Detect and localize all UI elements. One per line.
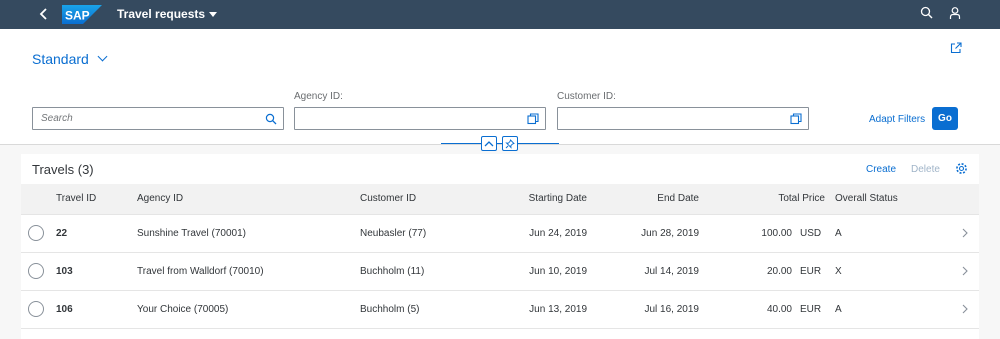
search-icon[interactable]: [920, 6, 936, 22]
currency-cell: EUR: [800, 304, 822, 315]
travel-id-cell: 106: [56, 304, 73, 315]
column-starting-date[interactable]: Starting Date: [529, 193, 587, 204]
column-agency-id[interactable]: Agency ID: [137, 193, 183, 204]
table-row[interactable]: 22 Sunshine Travel (70001) Neubasler (77…: [21, 215, 979, 253]
back-icon[interactable]: [36, 6, 52, 22]
search-placeholder: Search: [41, 113, 73, 124]
go-button[interactable]: Go: [932, 107, 958, 130]
shell-bar: SAP Travel requests: [0, 0, 1000, 29]
end-date-cell: Jul 14, 2019: [644, 266, 700, 277]
search-input[interactable]: Search: [32, 107, 284, 130]
search-icon[interactable]: [265, 113, 277, 125]
share-icon[interactable]: [950, 41, 964, 55]
end-date-cell: Jul 16, 2019: [644, 304, 700, 315]
filter-header: Standard Search Agency ID: Customer ID: …: [0, 29, 1000, 151]
travel-id-cell: 22: [56, 228, 68, 239]
app-title-menu[interactable]: Travel requests: [117, 7, 218, 21]
price-cell: 20.00: [766, 266, 792, 277]
table-header-row: Travel ID Agency ID Customer ID Starting…: [21, 184, 979, 215]
value-help-icon[interactable]: [790, 113, 802, 125]
customer-id-label: Customer ID:: [557, 91, 616, 102]
end-date-cell: Jun 28, 2019: [641, 228, 699, 239]
pin-icon: [505, 138, 515, 149]
sap-logo: SAP: [62, 5, 102, 24]
agency-cell: Travel from Walldorf (70010): [137, 266, 264, 277]
settings-icon[interactable]: [955, 162, 969, 176]
column-customer-id[interactable]: Customer ID: [360, 193, 416, 204]
logo-text: SAP: [65, 9, 90, 23]
caret-down-icon: [209, 12, 218, 17]
customer-id-field[interactable]: [557, 107, 809, 130]
variant-name: Standard: [32, 51, 89, 67]
column-total-price[interactable]: Total Price: [778, 193, 825, 204]
price-cell: 100.00: [761, 228, 792, 239]
agency-id-label: Agency ID:: [294, 91, 343, 102]
start-date-cell: Jun 13, 2019: [529, 304, 587, 315]
agency-id-field[interactable]: [294, 107, 546, 130]
table-row[interactable]: 106 Your Choice (70005) Buchholm (5) Jun…: [21, 291, 979, 329]
status-cell: X: [835, 266, 842, 277]
app-title: Travel requests: [117, 7, 206, 21]
travel-id-cell: 103: [56, 266, 73, 277]
agency-cell: Sunshine Travel (70001): [137, 228, 246, 239]
status-cell: A: [835, 304, 842, 315]
currency-cell: EUR: [800, 266, 822, 277]
currency-cell: USD: [800, 228, 822, 239]
row-select-radio[interactable]: [28, 263, 44, 279]
collapse-header-button[interactable]: [481, 136, 497, 151]
column-end-date[interactable]: End Date: [657, 193, 699, 204]
chevron-down-icon: [97, 51, 108, 62]
row-select-radio[interactable]: [28, 225, 44, 241]
column-travel-id[interactable]: Travel ID: [56, 193, 96, 204]
delete-button[interactable]: Delete: [911, 164, 940, 175]
table-row[interactable]: 103 Travel from Walldorf (70010) Buchhol…: [21, 253, 979, 291]
status-cell: A: [835, 228, 842, 239]
row-select-radio[interactable]: [28, 301, 44, 317]
customer-cell: Buchholm (11): [360, 266, 425, 277]
travels-table: Travels (3) Create Delete Travel ID Agen…: [21, 154, 979, 339]
price-cell: 40.00: [766, 304, 792, 315]
variant-selector[interactable]: Standard: [32, 51, 108, 67]
pin-header-button[interactable]: [502, 136, 518, 151]
user-icon[interactable]: [948, 6, 964, 22]
start-date-cell: Jun 10, 2019: [529, 266, 587, 277]
agency-cell: Your Choice (70005): [137, 304, 229, 315]
chevron-right-icon: [962, 228, 968, 238]
value-help-icon[interactable]: [527, 113, 539, 125]
chevron-right-icon: [962, 266, 968, 276]
adapt-filters-button[interactable]: Adapt Filters: [869, 114, 925, 125]
table-title: Travels (3): [32, 162, 94, 177]
header-divider-line: [441, 143, 559, 144]
create-button[interactable]: Create: [866, 164, 896, 175]
column-overall-status[interactable]: Overall Status: [835, 193, 898, 204]
customer-cell: Neubasler (77): [360, 228, 427, 239]
start-date-cell: Jun 24, 2019: [529, 228, 587, 239]
chevron-up-icon: [484, 140, 494, 146]
chevron-right-icon: [962, 304, 968, 314]
customer-cell: Buchholm (5): [360, 304, 420, 315]
